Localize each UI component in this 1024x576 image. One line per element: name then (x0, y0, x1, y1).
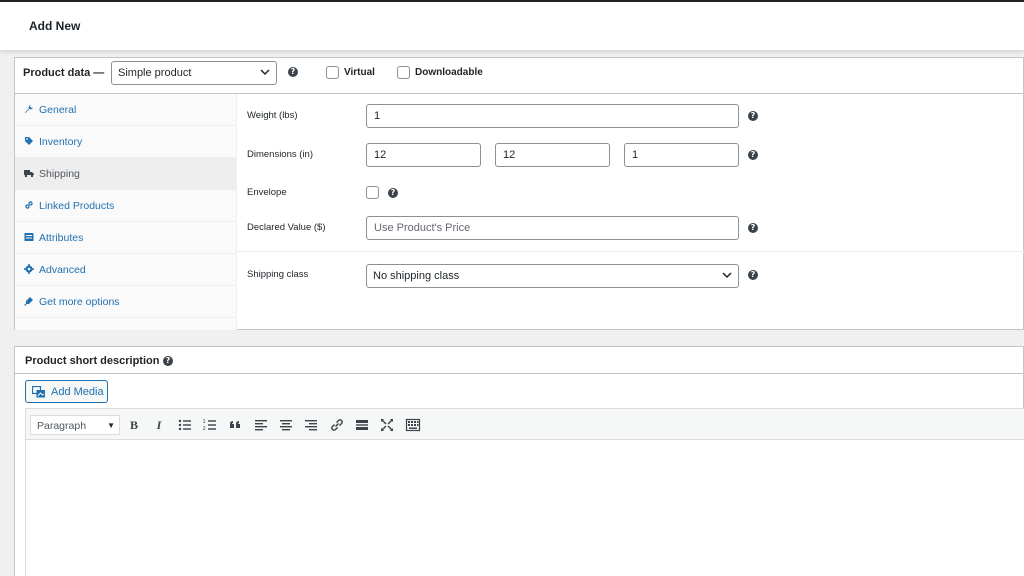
align-left-icon[interactable] (253, 417, 269, 433)
shipping-class-select[interactable]: No shipping class (366, 264, 739, 288)
numbered-list-icon[interactable]: 12 (202, 417, 218, 433)
help-icon[interactable]: ? (748, 150, 758, 160)
tab-get-more-options[interactable]: Get more options (15, 286, 237, 318)
tab-advanced[interactable]: Advanced (15, 254, 237, 286)
svg-text:1: 1 (203, 419, 206, 425)
declared-value-label: Declared Value ($) (247, 222, 326, 233)
align-right-icon[interactable] (303, 417, 319, 433)
width-input[interactable]: 12 (495, 143, 610, 167)
dimensions-label: Dimensions (in) (247, 149, 313, 160)
bullet-list-icon[interactable] (177, 417, 193, 433)
tab-attributes[interactable]: Attributes (15, 222, 237, 254)
caret-down-icon: ▼ (107, 421, 115, 430)
page-title: Add New (29, 19, 81, 33)
tab-linked-products[interactable]: Linked Products (15, 190, 237, 222)
media-icon (32, 386, 45, 398)
quote-icon[interactable] (228, 417, 244, 433)
bold-icon[interactable]: B (126, 417, 142, 433)
align-center-icon[interactable] (278, 417, 294, 433)
short-description-panel: Product short description ? Add Media Pa… (14, 346, 1024, 576)
add-media-button[interactable]: Add Media (25, 380, 108, 403)
plugin-icon (24, 297, 33, 306)
help-icon[interactable]: ? (388, 188, 398, 198)
divider (237, 251, 1024, 252)
link-icon[interactable] (329, 417, 345, 433)
svg-text:2: 2 (203, 426, 206, 432)
toolbar-toggle-icon[interactable] (405, 417, 421, 433)
product-type-select[interactable]: Simple product (111, 61, 277, 85)
product-data-panel: Product data — Simple product ? Virtual … (14, 57, 1024, 330)
tab-general[interactable]: General (15, 94, 237, 126)
help-icon[interactable]: ? (288, 67, 298, 77)
editor-toolbar: Paragraph ▼ B I 12 (25, 408, 1024, 440)
product-data-tabs: General Inventory Shipping Linked Produc… (15, 94, 237, 330)
link-icon (25, 201, 33, 209)
shipping-class-label: Shipping class (247, 269, 309, 280)
chevron-down-icon (260, 69, 270, 76)
weight-label: Weight (lbs) (247, 110, 298, 121)
downloadable-label: Downloadable (415, 67, 483, 78)
wrench-icon (25, 105, 33, 113)
format-select[interactable]: Paragraph ▼ (30, 415, 120, 435)
tab-inventory[interactable]: Inventory (15, 126, 237, 158)
gear-icon (24, 264, 34, 274)
short-description-label: Product short description (25, 355, 160, 367)
short-description-header: Product short description ? (15, 347, 1023, 374)
declared-value-input[interactable]: Use Product's Price (366, 216, 739, 240)
editor-content-area[interactable] (25, 440, 1024, 576)
help-icon[interactable]: ? (748, 223, 758, 233)
product-data-label: Product data — (23, 67, 105, 79)
height-input[interactable]: 1 (624, 143, 739, 167)
virtual-label: Virtual (344, 67, 375, 78)
chevron-down-icon (722, 272, 732, 279)
virtual-checkbox[interactable] (326, 66, 339, 79)
product-data-header: Product data — Simple product ? Virtual … (15, 58, 1023, 94)
envelope-checkbox[interactable] (366, 186, 379, 199)
page-header: Add New (0, 0, 1024, 50)
help-icon[interactable]: ? (748, 270, 758, 280)
italic-icon[interactable]: I (151, 417, 167, 433)
help-icon[interactable]: ? (748, 111, 758, 121)
read-more-icon[interactable] (354, 417, 370, 433)
weight-input[interactable]: 1 (366, 104, 739, 128)
list-icon (24, 233, 34, 241)
downloadable-checkbox[interactable] (397, 66, 410, 79)
truck-icon (24, 170, 34, 178)
tag-icon (25, 137, 33, 145)
length-input[interactable]: 12 (366, 143, 481, 167)
tab-shipping[interactable]: Shipping (15, 158, 237, 190)
fullscreen-icon[interactable] (379, 417, 395, 433)
help-icon[interactable]: ? (163, 356, 173, 366)
envelope-label: Envelope (247, 187, 287, 198)
